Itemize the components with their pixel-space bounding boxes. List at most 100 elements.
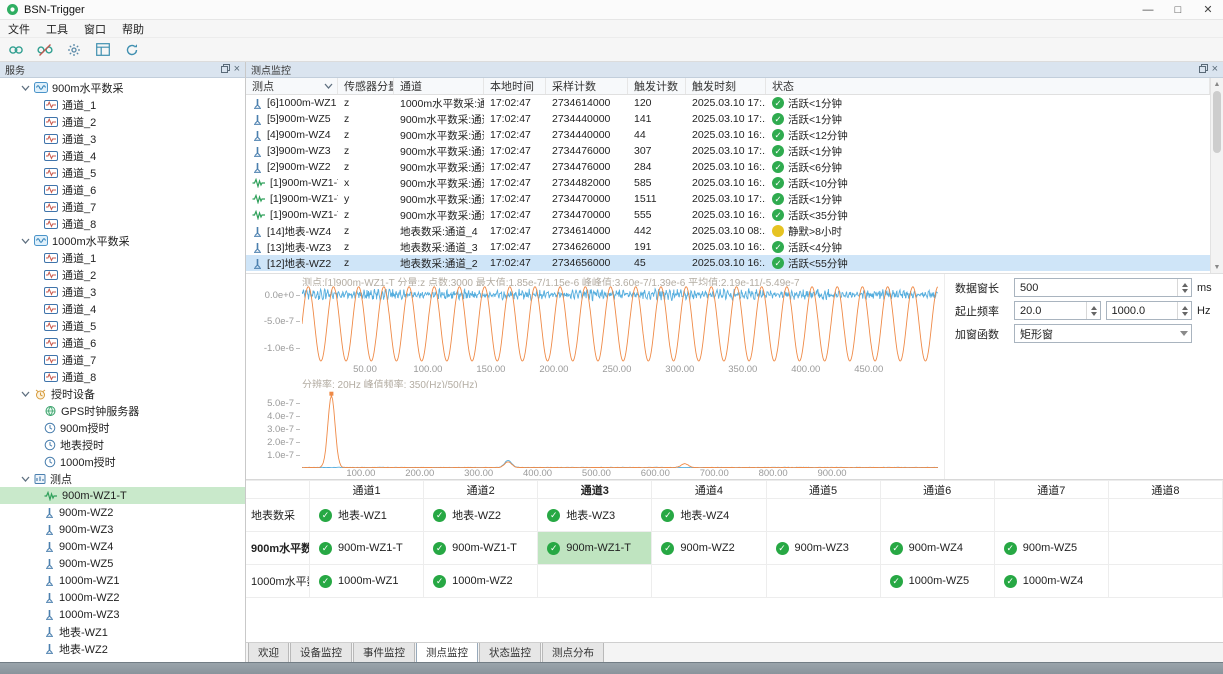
column-header-7[interactable]: 状态 [766, 78, 1210, 94]
tree-item-通道_6[interactable]: 通道_6 [0, 181, 245, 198]
spinbox-arrows-icon[interactable] [1177, 279, 1188, 296]
spectrum-plot[interactable] [302, 388, 938, 468]
minimize-button[interactable]: — [1133, 0, 1163, 19]
expander-icon[interactable] [20, 84, 30, 92]
tree-item-通道_2[interactable]: 通道_2 [0, 113, 245, 130]
close-panel-icon[interactable]: × [1212, 64, 1218, 75]
tab-point-monitor[interactable]: 测点监控 [416, 643, 478, 664]
column-header-3[interactable]: 本地时间 [484, 78, 546, 94]
tree-item-通道_8[interactable]: 通道_8 [0, 368, 245, 385]
tab-device-monitor[interactable]: 设备监控 [290, 643, 352, 664]
menu-file[interactable]: 文件 [0, 20, 38, 38]
column-header-2[interactable]: 通道 [394, 78, 484, 94]
column-header-0[interactable]: 测点 [246, 78, 338, 94]
maximize-button[interactable]: □ [1163, 0, 1193, 19]
grid-cell[interactable]: ✓地表-WZ4 [652, 499, 766, 532]
tree-item-通道_4[interactable]: 通道_4 [0, 147, 245, 164]
scroll-down-icon[interactable]: ▼ [1211, 261, 1223, 273]
grid-cell[interactable]: ✓地表-WZ2 [424, 499, 538, 532]
tree-item-900m-WZ5[interactable]: 900m-WZ5 [0, 555, 245, 572]
table-row[interactable]: [1]900m-WZ1-Tz900m水平数采:通道_317:02:4727344… [246, 207, 1210, 223]
tab-status-monitor[interactable]: 状态监控 [479, 643, 541, 664]
tree-item-通道_8[interactable]: 通道_8 [0, 215, 245, 232]
grid-cell[interactable]: ✓900m-WZ1-T [310, 532, 424, 565]
grid-cell[interactable] [767, 499, 881, 532]
tab-point-distribution[interactable]: 测点分布 [542, 643, 604, 664]
grid-cell[interactable]: ✓地表-WZ3 [538, 499, 652, 532]
column-header-1[interactable]: 传感器分量 [338, 78, 394, 94]
tree-item-地表-WZ1[interactable]: 地表-WZ1 [0, 623, 245, 640]
tree-group-测点[interactable]: 测点 [0, 470, 245, 487]
grid-cell[interactable]: ✓1000m-WZ5 [881, 565, 995, 598]
waveform-plot[interactable] [302, 286, 938, 364]
tree-item-900m-WZ4[interactable]: 900m-WZ4 [0, 538, 245, 555]
table-row[interactable]: [1]900m-WZ1-Tx900m水平数采:通道_117:02:4727344… [246, 175, 1210, 191]
grid-cell[interactable] [538, 565, 652, 598]
tree-group-1000m水平数采[interactable]: 1000m水平数采 [0, 232, 245, 249]
tree-item-900m-WZ2[interactable]: 900m-WZ2 [0, 504, 245, 521]
tree-item-通道_3[interactable]: 通道_3 [0, 130, 245, 147]
scrollbar-thumb[interactable] [1213, 91, 1221, 153]
scroll-up-icon[interactable]: ▲ [1211, 78, 1223, 90]
menu-tools[interactable]: 工具 [38, 20, 76, 38]
tree-item-地表-WZ2[interactable]: 地表-WZ2 [0, 640, 245, 657]
menu-help[interactable]: 帮助 [114, 20, 152, 38]
table-row[interactable]: [1]900m-WZ1-Ty900m水平数采:通道_217:02:4727344… [246, 191, 1210, 207]
tab-event-monitor[interactable]: 事件监控 [353, 643, 415, 664]
tree-item-900m-WZ1-T[interactable]: 900m-WZ1-T [0, 487, 245, 504]
table-row[interactable]: [2]900m-WZ2z900m水平数采:通道_417:02:472734476… [246, 159, 1210, 175]
close-button[interactable]: ✕ [1193, 0, 1223, 19]
table-row[interactable]: [5]900m-WZ5z900m水平数采:通道_717:02:472734440… [246, 111, 1210, 127]
table-row[interactable]: [4]900m-WZ4z900m水平数采:通道_617:02:472734440… [246, 127, 1210, 143]
table-scrollbar[interactable]: ▲ ▼ [1210, 78, 1223, 273]
grid-cell[interactable]: ✓900m-WZ2 [652, 532, 766, 565]
grid-cell[interactable] [995, 499, 1109, 532]
grid-cell[interactable]: ✓1000m-WZ1 [310, 565, 424, 598]
float-panel-icon[interactable] [221, 64, 230, 76]
close-panel-icon[interactable]: × [234, 64, 240, 75]
grid-cell[interactable] [1109, 532, 1223, 565]
layout-button[interactable] [93, 40, 113, 60]
expander-icon[interactable] [20, 390, 30, 398]
table-row[interactable]: [6]1000m-WZ1z1000m水平数采:通道_117:02:4727346… [246, 95, 1210, 111]
grid-cell[interactable] [1109, 565, 1223, 598]
window-function-select[interactable]: 矩形窗 [1014, 324, 1192, 343]
tree-item-通道_2[interactable]: 通道_2 [0, 266, 245, 283]
grid-cell[interactable]: ✓900m-WZ3 [767, 532, 881, 565]
expander-icon[interactable] [20, 237, 30, 245]
tree-item-通道_7[interactable]: 通道_7 [0, 198, 245, 215]
tree-item-通道_1[interactable]: 通道_1 [0, 96, 245, 113]
settings-button[interactable] [64, 40, 84, 60]
tree-item-1000m-WZ1[interactable]: 1000m-WZ1 [0, 572, 245, 589]
tree-item-通道_1[interactable]: 通道_1 [0, 249, 245, 266]
grid-cell[interactable]: ✓900m-WZ4 [881, 532, 995, 565]
column-header-6[interactable]: 触发时刻 [686, 78, 766, 94]
grid-cell[interactable]: ✓900m-WZ1-T [538, 532, 652, 565]
grid-cell[interactable]: ✓地表-WZ1 [310, 499, 424, 532]
tree-item-通道_6[interactable]: 通道_6 [0, 334, 245, 351]
tree-item-900m-WZ3[interactable]: 900m-WZ3 [0, 521, 245, 538]
tree-group-900m水平数采[interactable]: 900m水平数采 [0, 79, 245, 96]
tree-item-通道_7[interactable]: 通道_7 [0, 351, 245, 368]
spinbox-arrows-icon[interactable] [1086, 302, 1097, 319]
grid-cell[interactable]: ✓900m-WZ1-T [424, 532, 538, 565]
tree-item-通道_3[interactable]: 通道_3 [0, 283, 245, 300]
tree-item-通道_4[interactable]: 通道_4 [0, 300, 245, 317]
menu-window[interactable]: 窗口 [76, 20, 114, 38]
tree-item-900m授时[interactable]: 900m授时 [0, 419, 245, 436]
grid-cell[interactable]: ✓1000m-WZ2 [424, 565, 538, 598]
refresh-button[interactable] [122, 40, 142, 60]
grid-cell[interactable] [652, 565, 766, 598]
table-row[interactable]: [13]地表-WZ3z地表数采:通道_317:02:47273462600019… [246, 239, 1210, 255]
tab-welcome[interactable]: 欢迎 [248, 643, 289, 664]
tree-item-通道_5[interactable]: 通道_5 [0, 317, 245, 334]
tree-item-1000m-WZ3[interactable]: 1000m-WZ3 [0, 606, 245, 623]
tree-item-地表授时[interactable]: 地表授时 [0, 436, 245, 453]
float-panel-icon[interactable] [1199, 64, 1208, 76]
freq-start-spinbox[interactable]: 20.0 [1014, 301, 1101, 320]
tree-item-通道_5[interactable]: 通道_5 [0, 164, 245, 181]
table-row[interactable]: [3]900m-WZ3z900m水平数采:通道_517:02:472734476… [246, 143, 1210, 159]
grid-cell[interactable] [767, 565, 881, 598]
table-row[interactable]: [12]地表-WZ2z地表数采:通道_217:02:47273465600045… [246, 255, 1210, 271]
column-header-4[interactable]: 采样计数 [546, 78, 628, 94]
